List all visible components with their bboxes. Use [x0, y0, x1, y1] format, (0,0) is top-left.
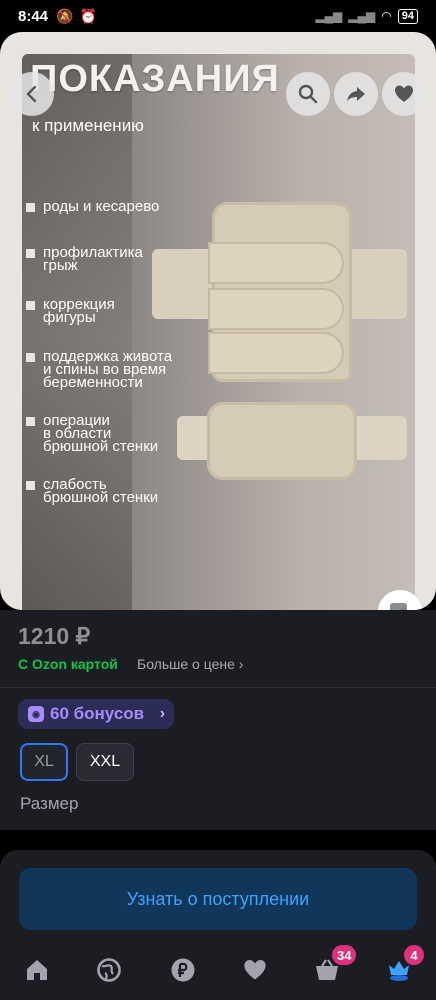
bonus-badge[interactable]: ◉ 60 бонусов ›	[18, 699, 175, 729]
cart-badge: 34	[332, 945, 357, 965]
ruble-icon	[171, 958, 195, 982]
size-option-xxl[interactable]: XXL	[76, 743, 134, 781]
bottom-nav: 34 4	[0, 938, 436, 1000]
size-option-xl[interactable]: XL	[20, 743, 68, 781]
nav-cart[interactable]: 34	[312, 945, 357, 985]
bonus-label: 60 бонусов	[50, 704, 145, 723]
favorite-button[interactable]	[382, 72, 426, 116]
alarm-icon: ⏰	[79, 7, 97, 24]
home-icon	[27, 960, 47, 980]
back-button[interactable]	[10, 72, 54, 116]
belt-small-image	[207, 402, 357, 480]
image-search-icon	[390, 603, 407, 610]
product-image-gallery[interactable]: ПОКАЗАНИЯ к применению роды и кесарево п…	[0, 32, 436, 610]
indication-item: коррекция фигуры	[26, 297, 115, 325]
divider	[0, 687, 436, 688]
share-icon	[347, 87, 365, 102]
size-label: Размер	[20, 794, 79, 813]
signal-icon: ▂▄▆	[315, 9, 343, 23]
price: 1210 ₽	[18, 623, 91, 649]
more-about-price-link[interactable]: Больше о цене ›	[137, 656, 243, 672]
indication-item: роды и кесарево	[26, 199, 159, 214]
share-button[interactable]	[334, 72, 378, 116]
wifi-icon: ◠	[381, 9, 392, 23]
nav-finance[interactable]	[168, 955, 198, 985]
nav-fresh[interactable]	[94, 955, 124, 985]
nav-home[interactable]	[22, 955, 52, 985]
status-time: 8:44	[18, 7, 49, 25]
search-icon	[298, 84, 318, 104]
heart-icon	[244, 959, 266, 980]
status-bar: 8:44 🔕 ⏰ ▂▄▆ ▂▄▆ ◠ 94	[0, 0, 436, 32]
back-arrow-icon	[26, 85, 37, 103]
belt-large-image	[208, 202, 352, 382]
photo-subheadline: к применению	[32, 116, 144, 135]
globe-icon	[97, 958, 121, 982]
battery-level: 94	[397, 8, 418, 24]
indication-item: поддержка живота и спины во время береме…	[26, 349, 172, 390]
chevron-right-icon: ›	[159, 705, 166, 722]
search-button[interactable]	[286, 72, 330, 116]
mute-icon: 🔕	[56, 7, 74, 24]
profile-badge: 4	[404, 945, 424, 965]
product-info: 1210 ₽ С Ozon картой Больше о цене › ◉ 6…	[0, 610, 436, 830]
signal-icon-2: ▂▄▆	[348, 9, 376, 23]
nav-profile[interactable]: 4	[384, 945, 424, 985]
indication-item: операции в области брюшной стенки	[26, 413, 158, 454]
ozon-card-price-label[interactable]: С Ozon картой	[18, 656, 118, 672]
heart-icon	[395, 85, 413, 102]
notify-when-available-button[interactable]: Узнать о поступлении	[19, 868, 417, 930]
indication-item: профилактика грыж	[26, 245, 143, 273]
product-photo: ПОКАЗАНИЯ к применению роды и кесарево п…	[22, 54, 415, 610]
photo-headline: ПОКАЗАНИЯ	[30, 58, 280, 100]
bonus-coin-icon: ◉	[28, 706, 44, 722]
indication-item: слабость брюшной стенки	[26, 477, 158, 505]
nav-favorites[interactable]	[240, 955, 270, 985]
